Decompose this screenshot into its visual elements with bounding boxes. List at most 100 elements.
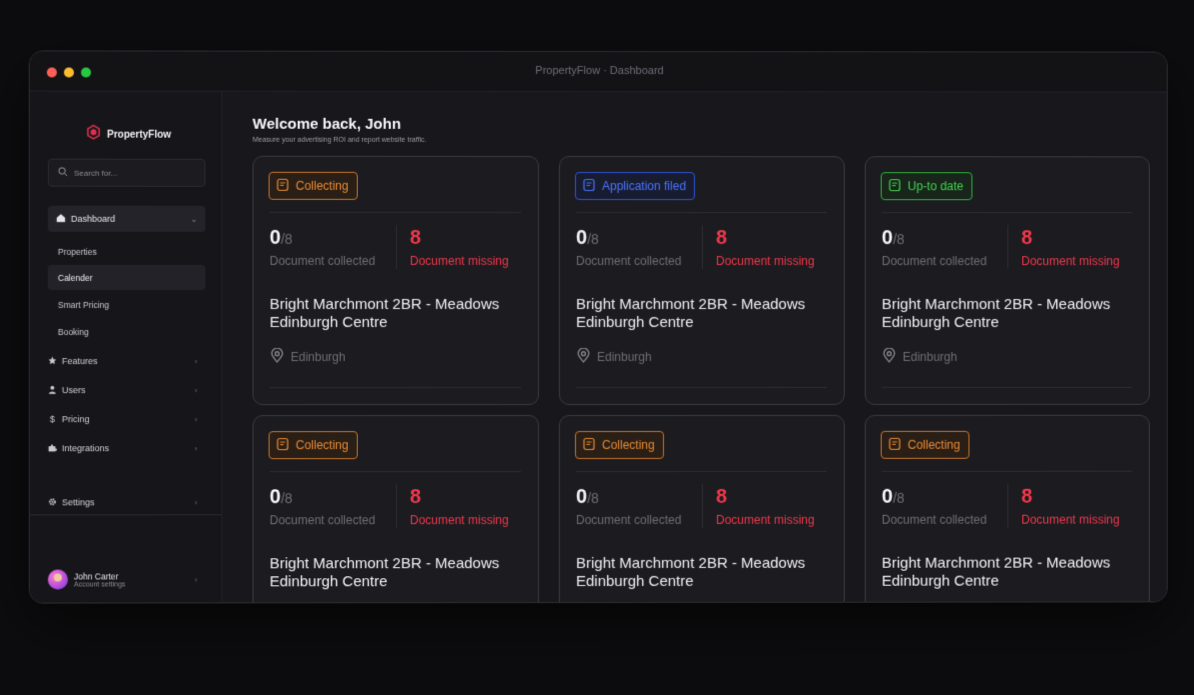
account-settings-label: Account settings bbox=[74, 581, 126, 588]
missing-count: 8 bbox=[1021, 486, 1119, 509]
property-card[interactable]: Collecting 0/8 Document collected 8 Docu… bbox=[253, 415, 539, 604]
status-label: Collecting bbox=[296, 438, 349, 452]
sidebar-item-users[interactable]: Users › bbox=[48, 380, 206, 400]
location-pin-icon bbox=[576, 348, 591, 366]
divider bbox=[270, 212, 521, 213]
status-label: Collecting bbox=[908, 438, 961, 452]
sidebar-item-label: Dashboard bbox=[71, 214, 115, 224]
property-title: Bright Marchmont 2BR - Meadows Edinburgh… bbox=[882, 296, 1141, 332]
documents-collected: 0/8 Document collected bbox=[270, 227, 376, 268]
page-title: Welcome back, John bbox=[253, 116, 401, 133]
location-pin-icon bbox=[882, 348, 897, 366]
sidebar-subitem-smart-pricing[interactable]: Smart Pricing bbox=[48, 292, 206, 317]
documents-collected: 0/8 Document collected bbox=[882, 227, 987, 268]
property-card[interactable]: Collecting 0/8 Document collected 8 Docu… bbox=[559, 415, 845, 604]
collected-label: Document collected bbox=[270, 254, 376, 268]
documents-missing: 8 Document missing bbox=[716, 227, 815, 268]
account-text: John Carter Account settings bbox=[74, 571, 126, 588]
collected-label: Document collected bbox=[882, 254, 987, 268]
documents-missing: 8 Document missing bbox=[1021, 486, 1119, 527]
account-menu[interactable]: John Carter Account settings › bbox=[48, 569, 206, 589]
property-title: Bright Marchmont 2BR - Meadows Edinburgh… bbox=[576, 296, 836, 332]
property-card[interactable]: Application filed 0/8 Document collected… bbox=[559, 156, 845, 405]
status-badge: Collecting bbox=[269, 172, 358, 200]
missing-count: 8 bbox=[716, 486, 815, 509]
location-label: Edinburgh bbox=[597, 350, 652, 364]
document-icon bbox=[276, 177, 290, 194]
divider bbox=[396, 484, 397, 528]
sidebar-subitem-calender[interactable]: Calender bbox=[48, 265, 206, 290]
collected-label: Document collected bbox=[576, 254, 681, 268]
collected-count: 0 bbox=[270, 486, 281, 508]
total-count: /8 bbox=[281, 231, 293, 247]
documents-collected: 0/8 Document collected bbox=[576, 227, 681, 268]
status-label: Application filed bbox=[602, 179, 686, 193]
gear-icon bbox=[48, 497, 57, 508]
sidebar-item-features[interactable]: Features › bbox=[48, 351, 206, 371]
property-location: Edinburgh bbox=[270, 348, 346, 366]
total-count: /8 bbox=[893, 231, 905, 247]
sidebar-item-label: Users bbox=[62, 385, 86, 395]
property-card[interactable]: Collecting 0/8 Document collected 8 Docu… bbox=[865, 415, 1150, 604]
chevron-right-icon: › bbox=[195, 386, 198, 395]
sidebar-item-pricing[interactable]: $ Pricing › bbox=[48, 409, 206, 429]
status-badge: Collecting bbox=[575, 431, 664, 459]
sidebar-item-settings[interactable]: Settings › bbox=[48, 492, 206, 512]
status-badge: Collecting bbox=[881, 431, 969, 459]
property-card[interactable]: Up-to date 0/8 Document collected 8 Docu… bbox=[865, 156, 1150, 405]
sidebar-subitem-properties[interactable]: Properties bbox=[48, 239, 206, 264]
documents-missing: 8 Document missing bbox=[716, 486, 815, 527]
status-badge: Application filed bbox=[575, 172, 695, 200]
propertyflow-logo-icon bbox=[86, 125, 101, 145]
divider bbox=[576, 471, 827, 472]
collected-count: 0 bbox=[882, 227, 893, 249]
collected-count: 0 bbox=[882, 486, 893, 508]
page-subtitle: Measure your advertising ROI and report … bbox=[253, 137, 427, 144]
brand-name: PropertyFlow bbox=[107, 129, 171, 140]
sidebar-subitem-booking[interactable]: Booking bbox=[48, 319, 206, 344]
app-window: PropertyFlow · Dashboard PropertyFlow Da… bbox=[29, 50, 1168, 603]
collected-count: 0 bbox=[576, 486, 587, 508]
collected-count: 0 bbox=[270, 227, 281, 249]
search-input[interactable] bbox=[74, 168, 194, 177]
total-count: /8 bbox=[281, 490, 293, 506]
chevron-right-icon: › bbox=[195, 498, 198, 507]
missing-count: 8 bbox=[1021, 227, 1119, 250]
property-card[interactable]: Collecting 0/8 Document collected 8 Docu… bbox=[253, 156, 539, 405]
divider bbox=[882, 212, 1132, 213]
title-bar: PropertyFlow · Dashboard bbox=[30, 51, 1167, 92]
sidebar-item-label: Features bbox=[62, 356, 98, 366]
brand[interactable]: PropertyFlow bbox=[86, 125, 171, 145]
main-content: Welcome back, John Measure your advertis… bbox=[223, 93, 1166, 603]
collected-label: Document collected bbox=[270, 513, 376, 527]
collected-label: Document collected bbox=[576, 513, 681, 527]
property-title: Bright Marchmont 2BR - Meadows Edinburgh… bbox=[882, 555, 1141, 591]
sidebar-item-dashboard[interactable]: Dashboard ⌄ bbox=[48, 206, 206, 232]
documents-missing: 8 Document missing bbox=[1021, 227, 1119, 268]
status-badge: Collecting bbox=[269, 431, 358, 459]
divider bbox=[882, 471, 1132, 472]
divider bbox=[702, 484, 703, 528]
search-box[interactable] bbox=[48, 159, 206, 187]
chevron-right-icon: › bbox=[195, 357, 198, 366]
avatar bbox=[48, 569, 68, 589]
divider bbox=[1007, 225, 1008, 269]
property-location: Edinburgh bbox=[576, 348, 652, 366]
sidebar-item-label: Settings bbox=[62, 497, 95, 507]
search-icon bbox=[58, 164, 68, 182]
location-label: Edinburgh bbox=[903, 350, 958, 364]
user-icon bbox=[48, 385, 57, 396]
documents-collected: 0/8 Document collected bbox=[270, 486, 376, 527]
divider bbox=[270, 387, 521, 388]
missing-label: Document missing bbox=[410, 513, 509, 527]
divider bbox=[576, 387, 827, 388]
sidebar-divider bbox=[30, 514, 222, 515]
missing-count: 8 bbox=[716, 227, 815, 250]
divider bbox=[396, 225, 397, 269]
collected-label: Document collected bbox=[882, 513, 987, 527]
sidebar-item-integrations[interactable]: Integrations › bbox=[48, 438, 206, 458]
property-title: Bright Marchmont 2BR - Meadows Edinburgh… bbox=[270, 555, 530, 591]
missing-count: 8 bbox=[410, 486, 509, 509]
property-title: Bright Marchmont 2BR - Meadows Edinburgh… bbox=[270, 296, 530, 332]
document-icon bbox=[582, 437, 596, 454]
